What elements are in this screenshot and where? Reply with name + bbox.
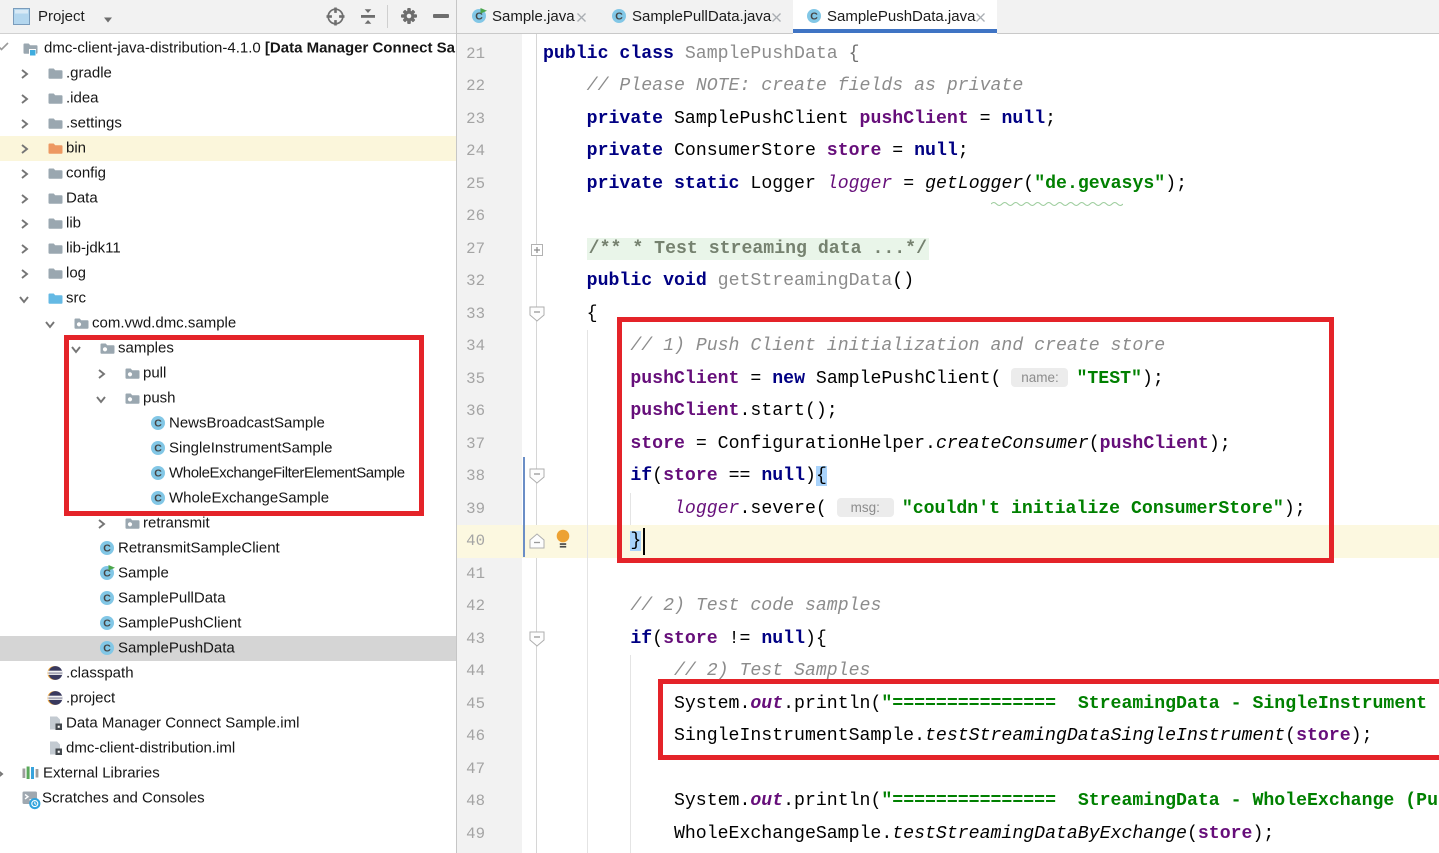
svg-text:C: C — [103, 593, 111, 605]
svg-text:C: C — [103, 643, 111, 655]
svg-text:C: C — [810, 11, 818, 23]
svg-text:C: C — [615, 11, 623, 23]
svg-text:C: C — [103, 618, 111, 630]
svg-text:C: C — [103, 543, 111, 555]
